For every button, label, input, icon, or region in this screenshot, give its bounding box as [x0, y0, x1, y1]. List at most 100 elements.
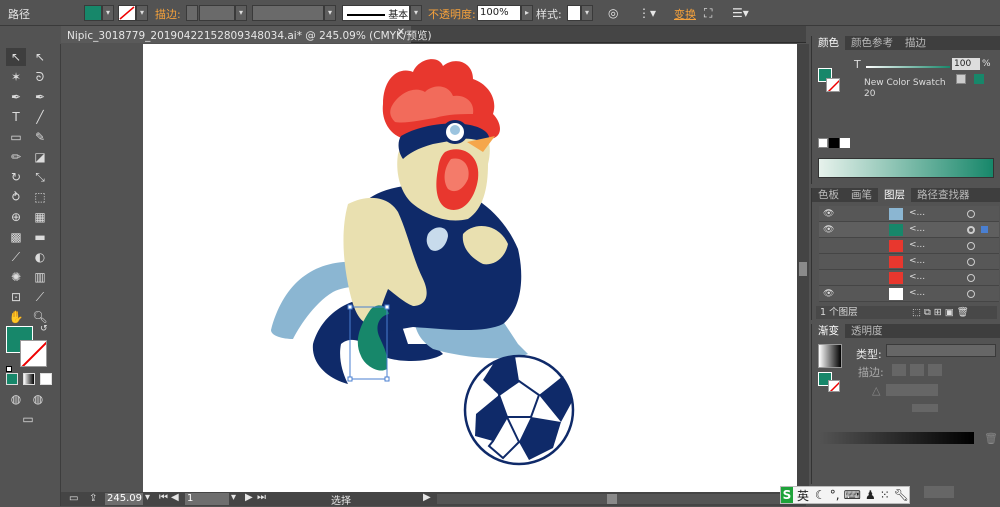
lasso-tool-icon[interactable]: ᘐ — [30, 68, 50, 86]
share-icon[interactable]: ⇪ — [89, 493, 97, 504]
tab-color-guide[interactable]: 颜色参考 — [845, 36, 899, 50]
angle-field[interactable] — [886, 384, 938, 396]
canvas-area[interactable] — [61, 44, 806, 492]
artboard[interactable] — [143, 44, 797, 492]
curvature-tool-icon[interactable]: ✒ — [30, 88, 50, 106]
hand-tool-icon[interactable]: ✋ — [6, 308, 26, 326]
status-icon[interactable]: ▭ — [69, 493, 78, 504]
tab-swatches[interactable]: 色板 — [812, 188, 845, 202]
artboard-number-field[interactable]: 1 — [185, 493, 229, 505]
ime-language[interactable]: 英 — [797, 487, 809, 504]
ime-grid-icon[interactable]: ⁙ — [880, 488, 890, 502]
status-menu-icon[interactable]: ▶ — [423, 492, 431, 503]
paintbrush-tool-icon[interactable]: ✎ — [30, 128, 50, 146]
swatch-color-chip[interactable] — [974, 74, 984, 84]
screen-mode-icon[interactable]: ▭ — [18, 410, 38, 428]
scrollbar-thumb[interactable] — [799, 262, 807, 276]
type-tool-icon[interactable]: T — [6, 108, 26, 126]
layer-row[interactable]: <... — [819, 254, 999, 270]
free-transform-tool-icon[interactable]: ⬚ — [30, 188, 50, 206]
layer-actions-icons[interactable]: ⬚ ⧉ ⊞ ▣ 🗑︎ — [912, 306, 969, 319]
stroke-color-swatch[interactable] — [118, 5, 136, 21]
ime-settings-icon[interactable]: 🔧︎ — [894, 488, 909, 502]
graphic-style-swatch[interactable] — [567, 5, 581, 21]
gradient-preview-swatch[interactable] — [818, 344, 842, 368]
selection-handle[interactable] — [384, 376, 390, 382]
prev-artboard-icon[interactable]: ◀ — [171, 492, 179, 503]
shape-builder-tool-icon[interactable]: ⊕ — [6, 208, 26, 226]
pencil-tool-icon[interactable]: ✏ — [6, 148, 26, 166]
variable-width-dropdown[interactable]: ▾ — [324, 5, 336, 21]
artboard-dropdown-icon[interactable]: ▾ — [231, 492, 236, 503]
gradient-stroke-swatch[interactable] — [828, 380, 840, 392]
mesh-tool-icon[interactable]: ▩ — [6, 228, 26, 246]
opacity-label[interactable]: 不透明度: — [428, 6, 476, 22]
gradient-tool-icon[interactable]: ▬ — [30, 228, 50, 246]
variable-width-profile[interactable] — [252, 5, 324, 21]
swap-fill-stroke-icon[interactable]: ↺ — [40, 324, 48, 334]
document-tab[interactable]: Nipic_3018779_20190422152809348034.ai* @… — [61, 26, 432, 43]
ime-toolbar[interactable]: S 英 ☾ °, ⌨ ♟ ⁙ 🔧︎ — [780, 486, 910, 504]
perspective-grid-tool-icon[interactable]: ▦ — [30, 208, 50, 226]
target-circle-icon[interactable] — [967, 242, 975, 250]
eyedropper-tool-icon[interactable]: ⟋ — [6, 248, 26, 266]
fill-color-swatch[interactable] — [84, 5, 102, 21]
column-graph-tool-icon[interactable]: ▥ — [30, 268, 50, 286]
color-spectrum[interactable] — [818, 158, 994, 178]
symbol-sprayer-tool-icon[interactable]: ✺ — [6, 268, 26, 286]
tab-brushes[interactable]: 画笔 — [845, 188, 878, 202]
layer-name[interactable]: <... — [909, 240, 925, 250]
target-circle-icon[interactable] — [967, 274, 975, 282]
visibility-eye-icon[interactable]: 👁︎ — [823, 225, 834, 235]
artboard-tool-icon[interactable]: ⊡ — [6, 288, 26, 306]
transform-link[interactable]: 变换 — [674, 6, 696, 22]
horizontal-scroll-thumb[interactable] — [607, 494, 617, 504]
aspect-field[interactable] — [912, 404, 938, 412]
stroke-gradient-btn-3[interactable] — [928, 364, 942, 376]
none-color-chip[interactable] — [818, 138, 828, 148]
draw-normal-icon[interactable]: ◍ — [6, 390, 26, 408]
ime-moon-icon[interactable]: ☾ — [815, 488, 826, 502]
rooster-illustration[interactable] — [143, 44, 797, 492]
ime-user-icon[interactable]: ♟ — [865, 488, 876, 502]
tab-gradient[interactable]: 渐变 — [812, 324, 845, 338]
first-artboard-icon[interactable]: ⏮ — [159, 492, 168, 503]
rectangle-tool-icon[interactable]: ▭ — [6, 128, 26, 146]
color-mode-icon[interactable] — [6, 373, 18, 385]
align-icon[interactable]: ⋮▾ — [638, 6, 656, 20]
last-artboard-icon[interactable]: ⏭ — [257, 492, 266, 503]
selection-indicator-icon[interactable] — [981, 226, 988, 233]
magic-wand-tool-icon[interactable]: ✶ — [6, 68, 26, 86]
stroke-gradient-btn-1[interactable] — [892, 364, 906, 376]
menu-more-icon[interactable]: ☰▾ — [732, 6, 749, 20]
stroke-weight-stepper[interactable] — [186, 5, 198, 21]
layer-name[interactable]: <... — [909, 224, 925, 234]
pen-tool-icon[interactable]: ✒ — [6, 88, 26, 106]
delete-stop-icon[interactable]: 🗑︎ — [984, 432, 998, 445]
gradient-type-select[interactable] — [886, 344, 996, 357]
layer-row-selected[interactable]: 👁︎ <... — [819, 222, 999, 238]
opacity-dropdown[interactable]: ▸ — [521, 5, 533, 21]
direct-selection-tool-icon[interactable]: ↖ — [30, 48, 50, 66]
gradient-mode-icon[interactable] — [23, 373, 35, 385]
layer-row[interactable]: 👁︎ <... — [819, 286, 999, 302]
tint-value-input[interactable]: 100 — [952, 58, 980, 70]
visibility-eye-icon[interactable]: 👁︎ — [823, 209, 834, 219]
rotate-tool-icon[interactable]: ↻ — [6, 168, 26, 186]
target-circle-icon[interactable] — [967, 210, 975, 218]
stroke-color-box[interactable] — [20, 340, 47, 367]
selection-handle[interactable] — [384, 304, 390, 310]
slice-tool-icon[interactable]: ⟋ — [30, 288, 50, 306]
warp-tool-icon[interactable]: ⥁ — [6, 188, 26, 206]
brush-definition[interactable]: 基本 — [342, 5, 410, 21]
default-colors-icon[interactable] — [6, 366, 12, 372]
stroke-weight-dropdown[interactable]: ▾ — [235, 5, 247, 21]
scale-tool-icon[interactable]: ⤡ — [30, 168, 50, 186]
tab-layers[interactable]: 图层 — [878, 188, 911, 202]
fill-dropdown[interactable]: ▾ — [102, 5, 114, 21]
layer-name[interactable]: <... — [909, 288, 925, 298]
tab-color[interactable]: 颜色 — [812, 36, 845, 50]
opacity-input[interactable]: 100% — [477, 5, 521, 21]
graphic-style-dropdown[interactable]: ▾ — [581, 5, 593, 21]
tint-slider-track[interactable] — [866, 66, 950, 68]
